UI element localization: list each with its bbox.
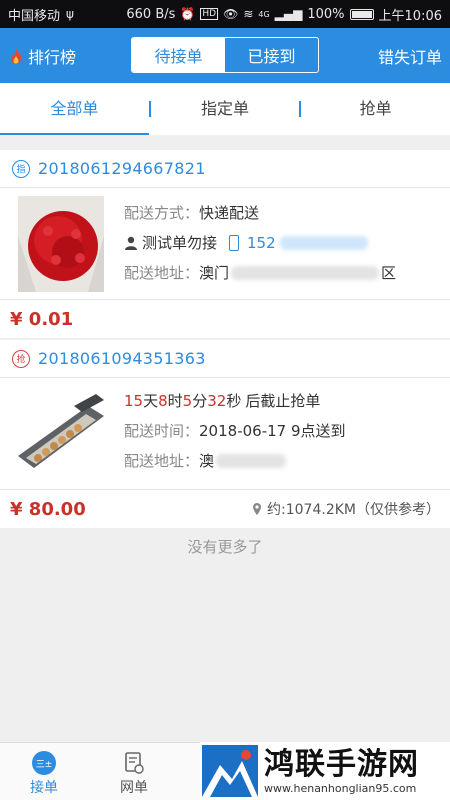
delivery-method-value: 快递配送	[199, 204, 260, 222]
delivery-time-label: 配送时间：	[124, 422, 200, 440]
contact-row: 测试单勿接 152	[124, 232, 368, 253]
contact-name: 测试单勿接	[142, 234, 218, 252]
rose-bouquet-image	[18, 196, 104, 292]
chocolate-box-image	[18, 386, 104, 482]
nav-web-orders-label: 网单	[120, 780, 148, 796]
nav-receive-label: 接单	[30, 780, 58, 796]
app-header: 排行榜 待接单 已接到 错失订单	[0, 28, 450, 83]
countdown-suffix: 后截止抢单	[245, 392, 321, 410]
delivery-method-label: 配送方式：	[124, 204, 200, 222]
address-end: 区	[381, 264, 397, 282]
countdown-row: 15 天 8 时 5 分 32 秒 后截止抢单	[124, 390, 320, 411]
order-body: 15 天 8 时 5 分 32 秒 后截止抢单 配送时间： 2018-06-17…	[0, 378, 450, 490]
countdown-seconds: 32	[207, 391, 227, 410]
countdown-days: 15	[124, 391, 144, 410]
phone-redacted	[279, 235, 368, 250]
tab-received[interactable]: 已接到	[225, 38, 318, 72]
tab-all-orders[interactable]: 全部单	[0, 83, 149, 135]
clock: 上午10:06	[378, 8, 442, 24]
countdown-minutes-unit: 分	[192, 392, 208, 410]
battery-percent: 100%	[307, 6, 345, 22]
phone-number[interactable]: 152	[247, 234, 276, 252]
order-header: 抢 2018061094351363	[0, 340, 450, 378]
countdown-minutes: 5	[182, 391, 193, 410]
rank-button[interactable]: 排行榜	[0, 44, 76, 68]
status-bar: 中国移动 ψ 660 B/s ⏰ HD 👁 ≋ 4G ▂▄▆ 100% 上午10…	[0, 0, 450, 28]
lost-orders-button[interactable]: 错失订单	[378, 44, 442, 68]
countdown-days-unit: 天	[143, 392, 159, 410]
address-label: 配送地址：	[124, 452, 200, 470]
watermark-title: 鸿联手游网	[264, 746, 419, 782]
tab-pending[interactable]: 待接单	[132, 38, 225, 72]
watermark: 鸿联手游网 www.henanhonglian95.com	[200, 742, 450, 800]
nav-web-orders[interactable]: 网单	[104, 751, 164, 797]
usb-icon: ψ	[66, 7, 74, 21]
network-speed: 660 B/s	[126, 6, 176, 22]
hd-badge: HD	[200, 8, 219, 20]
watermark-url: www.henanhonglian95.com	[264, 781, 417, 795]
order-card[interactable]: 抢 2018061094351363 15 天 8 时 5 分 32 秒 后截止…	[0, 340, 450, 528]
order-body: 配送方式： 快递配送 测试单勿接 152 配送地址： 澳门 区	[0, 188, 450, 300]
signal-tag: 4G	[258, 9, 270, 19]
signal-icon: ▂▄▆	[274, 7, 303, 21]
person-icon	[125, 236, 137, 250]
receive-orders-icon: 三±	[32, 751, 56, 775]
alarm-icon: ⏰	[180, 7, 196, 21]
delivery-time-row: 配送时间： 2018-06-17 9点送到	[124, 420, 346, 441]
countdown-seconds-unit: 秒	[226, 392, 242, 410]
address-row: 配送地址： 澳	[124, 450, 287, 471]
order-number: 2018061094351363	[38, 349, 206, 368]
address-label: 配送地址：	[124, 264, 200, 282]
address-start: 澳	[199, 452, 215, 470]
location-pin-icon	[253, 503, 262, 515]
order-header: 指 2018061294667821	[0, 150, 450, 188]
filter-tabs: 全部单 指定单 抢单	[0, 83, 450, 135]
phone-icon	[229, 234, 240, 251]
watermark-logo	[202, 745, 258, 797]
order-status-segment: 待接单 已接到	[131, 37, 319, 73]
tab-grab-orders[interactable]: 抢单	[301, 83, 450, 135]
eye-icon: 👁	[223, 7, 239, 21]
wifi-icon: ≋	[243, 7, 254, 21]
order-number: 2018061294667821	[38, 159, 206, 178]
address-start: 澳门	[199, 264, 230, 282]
web-orders-icon	[125, 752, 144, 774]
countdown-hours-unit: 时	[167, 392, 183, 410]
distance-info: 约:1074.2KM（仅供参考）	[253, 499, 440, 519]
order-footer: ¥ 80.00 约:1074.2KM（仅供参考）	[0, 490, 450, 528]
nav-receive-orders[interactable]: 三± 接单	[14, 751, 74, 797]
assigned-tag-icon: 指	[12, 159, 30, 178]
flame-icon	[11, 47, 21, 64]
address-row: 配送地址： 澳门 区	[124, 262, 396, 283]
battery-icon	[349, 8, 374, 20]
grab-tag-icon: 抢	[12, 349, 30, 368]
order-price: ¥ 80.00	[10, 498, 86, 520]
order-card[interactable]: 指 2018061294667821 配送方式： 快递配送 测试单勿接 152 …	[0, 150, 450, 338]
order-footer: ¥ 0.01	[0, 300, 450, 338]
no-more-label: 没有更多了	[187, 538, 263, 556]
delivery-time-value: 2018-06-17 9点送到	[199, 422, 346, 440]
distance-value: 约:1074.2KM（仅供参考）	[267, 502, 440, 518]
address-redacted	[231, 265, 380, 280]
countdown-hours: 8	[158, 391, 168, 410]
address-redacted	[216, 453, 287, 468]
tab-assigned-orders[interactable]: 指定单	[151, 83, 300, 135]
delivery-method-row: 配送方式： 快递配送	[124, 202, 259, 223]
carrier-label: 中国移动	[8, 8, 61, 24]
order-price: ¥ 0.01	[10, 308, 74, 330]
rank-label: 排行榜	[28, 47, 77, 67]
